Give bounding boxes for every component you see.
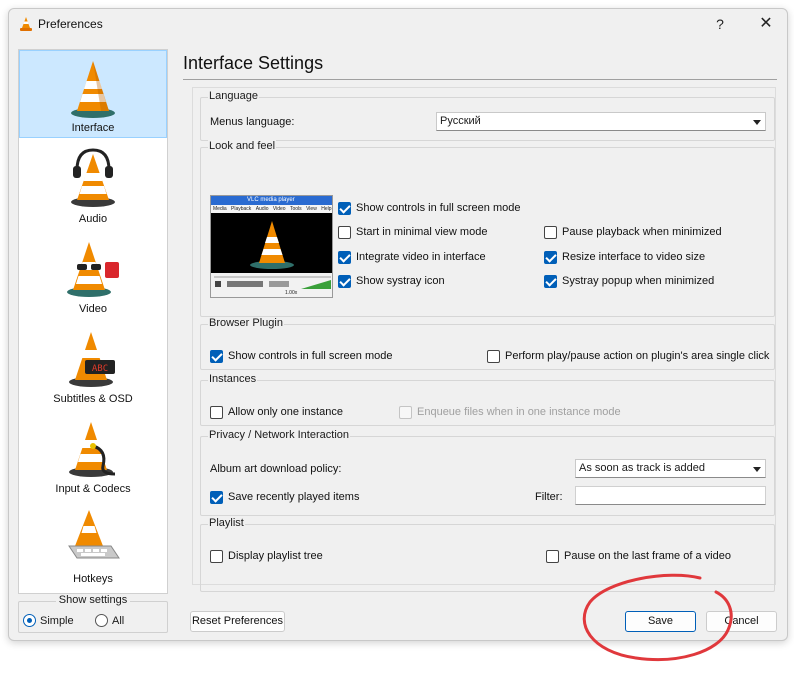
- sidebar-item-input-codecs[interactable]: Input & Codecs: [19, 410, 167, 498]
- headphones-cone-icon: [71, 148, 115, 207]
- integrate-video-label: Integrate video in interface: [356, 251, 486, 263]
- close-button[interactable]: ✕: [751, 13, 781, 35]
- filter-label: Filter:: [535, 491, 563, 503]
- pause-minimized-label: Pause playback when minimized: [562, 226, 722, 238]
- preview-menu-item: Video: [272, 206, 286, 212]
- sidebar-item-video[interactable]: Video: [19, 230, 167, 318]
- sidebar-item-audio[interactable]: Audio: [19, 140, 167, 228]
- window-title: Preferences: [38, 17, 103, 31]
- integrate-video-checkbox[interactable]: [338, 251, 351, 264]
- preview-menu-item: Help: [321, 206, 332, 212]
- preferences-window: Preferences ? ✕ Interface Audio Video AB…: [8, 8, 788, 641]
- group-title: Privacy / Network Interaction: [208, 429, 350, 441]
- resize-interface-checkbox[interactable]: [544, 251, 557, 264]
- systray-icon-label: Show systray icon: [356, 275, 445, 287]
- preview-speed: 1.00x: [285, 290, 298, 296]
- menus-language-label: Menus language:: [210, 116, 295, 128]
- pause-last-frame-label: Pause on the last frame of a video: [564, 550, 731, 562]
- one-instance-checkbox[interactable]: [210, 406, 223, 419]
- title-divider: [183, 79, 777, 80]
- show-controls-fullscreen-checkbox[interactable]: [338, 202, 351, 215]
- plugin-play-pause-checkbox[interactable]: [487, 350, 500, 363]
- plugin-show-controls-label: Show controls in full screen mode: [228, 350, 393, 362]
- systray-popup-label: Systray popup when minimized: [562, 275, 715, 287]
- sidebar-item-label: Audio: [78, 213, 108, 225]
- filter-input[interactable]: [575, 486, 766, 505]
- browser-plugin-group: Browser Plugin: [200, 317, 775, 370]
- sidebar-item-interface[interactable]: Interface: [19, 50, 167, 138]
- group-title: Language: [208, 90, 259, 102]
- sidebar-item-label: Subtitles & OSD: [53, 393, 133, 405]
- display-tree-label: Display playlist tree: [228, 550, 323, 562]
- preview-volume-icon: [301, 280, 331, 289]
- pause-minimized-checkbox[interactable]: [544, 226, 557, 239]
- preview-menu-item: Media: [213, 206, 227, 212]
- sidebar-item-label: Hotkeys: [73, 573, 113, 585]
- pause-last-frame-checkbox[interactable]: [546, 550, 559, 563]
- reset-preferences-button[interactable]: Reset Preferences: [190, 611, 285, 632]
- enqueue-checkbox[interactable]: [399, 406, 412, 419]
- sidebar-item-label: Input & Codecs: [55, 483, 131, 495]
- preview-video-area: [211, 213, 332, 273]
- cable-cone-icon: [69, 422, 116, 477]
- minimal-view-checkbox[interactable]: [338, 226, 351, 239]
- group-title: Playlist: [208, 517, 245, 529]
- sidebar-item-hotkeys[interactable]: Hotkeys: [19, 500, 167, 588]
- simple-radio[interactable]: [23, 614, 36, 627]
- page-title: Interface Settings: [183, 53, 324, 73]
- menus-language-select[interactable]: Русский: [436, 112, 766, 131]
- album-art-select[interactable]: As soon as track is added: [575, 459, 766, 478]
- vlc-app-icon: [20, 17, 32, 31]
- systray-popup-checkbox[interactable]: [544, 275, 557, 288]
- simple-radio-label: Simple: [40, 615, 74, 627]
- save-recent-checkbox[interactable]: [210, 491, 223, 504]
- save-button[interactable]: Save: [625, 611, 696, 632]
- systray-icon-checkbox[interactable]: [338, 275, 351, 288]
- all-radio[interactable]: [95, 614, 108, 627]
- show-settings-group: Show settings Simple All: [18, 594, 168, 633]
- vlc-cone-icon: [71, 61, 115, 118]
- sidebar-item-label: Interface: [71, 122, 115, 134]
- preview-play-icon: [215, 281, 221, 287]
- group-title: Browser Plugin: [208, 317, 284, 329]
- enqueue-label: Enqueue files when in one instance mode: [417, 406, 621, 418]
- sidebar-item-subtitles-osd[interactable]: ABC Subtitles & OSD: [19, 320, 167, 408]
- interface-preview-image: VLC media player Media Playback Audio Vi…: [210, 195, 333, 298]
- display-tree-checkbox[interactable]: [210, 550, 223, 563]
- minimal-view-label: Start in minimal view mode: [356, 226, 488, 238]
- plugin-show-controls-checkbox[interactable]: [210, 350, 223, 363]
- album-art-label: Album art download policy:: [210, 463, 342, 475]
- show-settings-title: Show settings: [55, 594, 131, 606]
- cancel-button[interactable]: Cancel: [706, 611, 777, 632]
- glasses-cone-icon: [67, 242, 119, 297]
- svg-text:ABC: ABC: [92, 364, 108, 374]
- preview-menu-item: Audio: [255, 206, 269, 212]
- category-sidebar: Interface Audio Video ABC Subtitles & OS…: [18, 49, 168, 594]
- title-bar: Preferences ? ✕: [9, 9, 787, 39]
- plugin-play-pause-label: Perform play/pause action on plugin's ar…: [505, 350, 770, 362]
- menus-language-value: Русский: [440, 115, 481, 127]
- album-art-value: As soon as track is added: [579, 462, 705, 474]
- sidebar-item-label: Video: [79, 303, 107, 315]
- instances-group: Instances: [200, 373, 775, 426]
- preview-menu-item: Playback: [231, 206, 252, 212]
- preview-title: VLC media player: [247, 197, 295, 203]
- save-recent-label: Save recently played items: [228, 491, 360, 503]
- show-controls-fullscreen-label: Show controls in full screen mode: [356, 202, 521, 214]
- one-instance-label: Allow only one instance: [228, 406, 343, 418]
- help-button[interactable]: ?: [705, 13, 735, 35]
- keyboard-cone-icon: [68, 510, 120, 559]
- preview-menu-item: Tools: [289, 206, 302, 212]
- chevron-down-icon: [753, 120, 761, 125]
- chevron-down-icon: [753, 467, 761, 472]
- all-radio-label: All: [112, 615, 125, 627]
- group-title: Instances: [208, 373, 258, 385]
- preview-menu-item: View: [306, 206, 317, 212]
- group-title: Look and feel: [208, 140, 277, 152]
- subtitle-display-cone-icon: ABC: [69, 332, 115, 387]
- resize-interface-label: Resize interface to video size: [562, 251, 706, 263]
